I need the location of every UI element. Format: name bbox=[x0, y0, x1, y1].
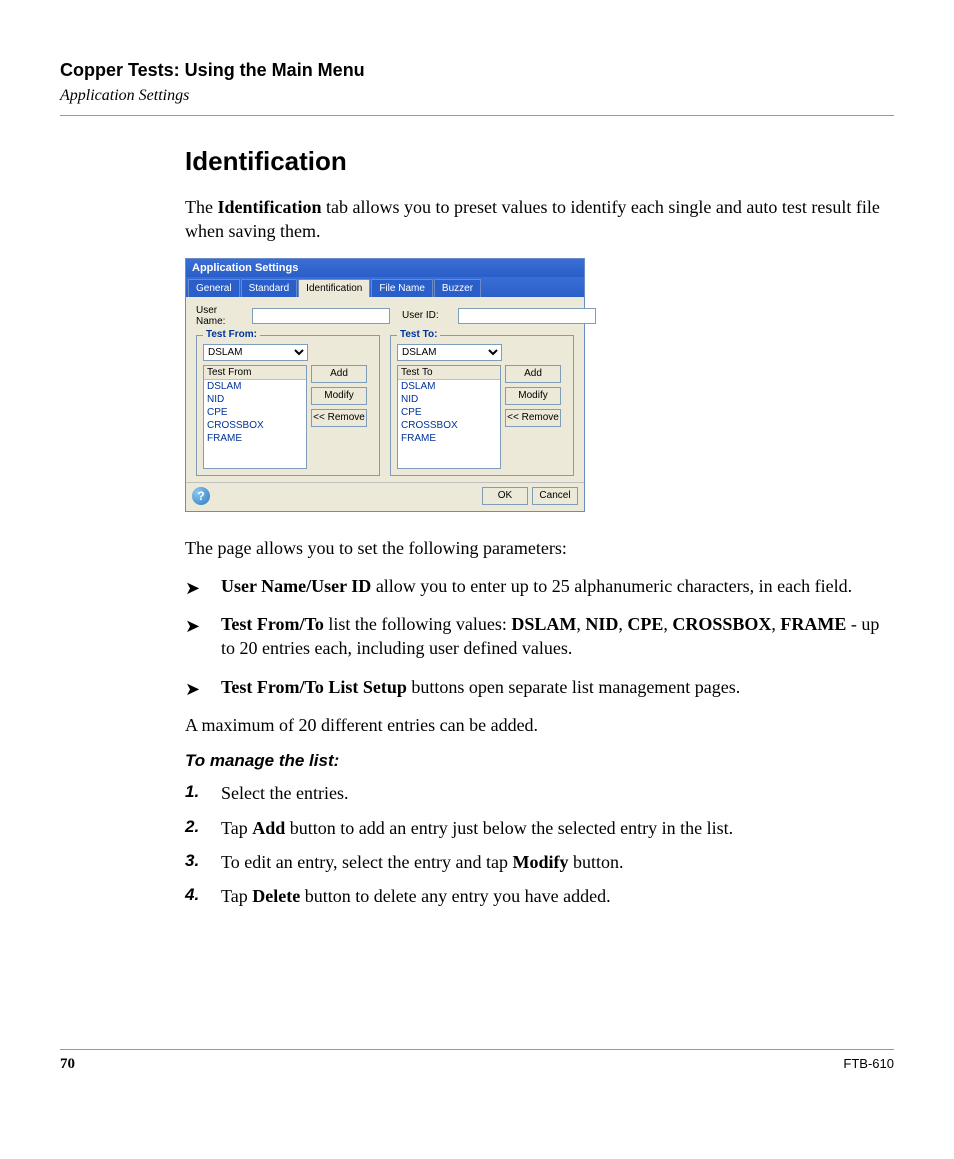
manage-list-steps: Select the entries. Tap Add button to ad… bbox=[185, 781, 894, 908]
list-item[interactable]: FRAME bbox=[398, 432, 500, 445]
test-to-modify-button[interactable]: Modify bbox=[505, 387, 561, 405]
list-item[interactable]: DSLAM bbox=[204, 380, 306, 393]
step-item: Tap Delete button to delete any entry yo… bbox=[185, 884, 894, 908]
footer-rule bbox=[60, 1049, 894, 1050]
intro-paragraph: The Identification tab allows you to pre… bbox=[185, 195, 894, 244]
help-icon[interactable]: ? bbox=[192, 487, 210, 505]
step-item: Select the entries. bbox=[185, 781, 894, 805]
list-item[interactable]: CROSSBOX bbox=[204, 419, 306, 432]
doc-id: FTB-610 bbox=[843, 1056, 894, 1073]
test-from-group: Test From: DSLAM Test From DSLAM NID bbox=[196, 335, 380, 476]
step-item: Tap Add button to add an entry just belo… bbox=[185, 816, 894, 840]
dialog-title: Application Settings bbox=[186, 259, 584, 277]
test-to-remove-button[interactable]: << Remove bbox=[505, 409, 561, 427]
test-from-list-header: Test From bbox=[204, 366, 306, 380]
tab-general[interactable]: General bbox=[188, 279, 240, 297]
bullet-item: Test From/To List Setup buttons open sep… bbox=[185, 675, 894, 699]
list-item[interactable]: CPE bbox=[204, 406, 306, 419]
list-item[interactable]: FRAME bbox=[204, 432, 306, 445]
header-rule bbox=[60, 115, 894, 116]
test-from-legend: Test From: bbox=[203, 329, 260, 340]
user-id-label: User ID: bbox=[402, 310, 454, 321]
ok-button[interactable]: OK bbox=[482, 487, 528, 505]
manage-list-heading: To manage the list: bbox=[185, 751, 894, 771]
user-name-label: User Name: bbox=[196, 305, 248, 327]
step-item: To edit an entry, select the entry and t… bbox=[185, 850, 894, 874]
test-to-group: Test To: DSLAM Test To DSLAM NID CPE bbox=[390, 335, 574, 476]
max-entries-line: A maximum of 20 different entries can be… bbox=[185, 713, 894, 737]
page-number: 70 bbox=[60, 1056, 75, 1073]
bullet-item: Test From/To list the following values: … bbox=[185, 612, 894, 661]
test-to-list-header: Test To bbox=[398, 366, 500, 380]
list-item[interactable]: NID bbox=[398, 393, 500, 406]
test-from-modify-button[interactable]: Modify bbox=[311, 387, 367, 405]
user-id-input[interactable] bbox=[458, 308, 596, 324]
section-subtitle: Application Settings bbox=[60, 87, 894, 105]
chapter-title: Copper Tests: Using the Main Menu bbox=[60, 60, 894, 81]
parameter-bullets: User Name/User ID allow you to enter up … bbox=[185, 574, 894, 699]
list-item[interactable]: CROSSBOX bbox=[398, 419, 500, 432]
tab-buzzer[interactable]: Buzzer bbox=[434, 279, 481, 297]
test-to-listbox[interactable]: Test To DSLAM NID CPE CROSSBOX FRAME bbox=[397, 365, 501, 469]
bullet-item: User Name/User ID allow you to enter up … bbox=[185, 574, 894, 598]
tab-bar: General Standard Identification File Nam… bbox=[186, 277, 584, 297]
list-item[interactable]: CPE bbox=[398, 406, 500, 419]
test-to-legend: Test To: bbox=[397, 329, 440, 340]
tab-identification[interactable]: Identification bbox=[298, 279, 370, 297]
page-header: Copper Tests: Using the Main Menu Applic… bbox=[60, 60, 894, 116]
test-from-combo[interactable]: DSLAM bbox=[203, 344, 308, 361]
page-footer: 70 FTB-610 bbox=[60, 1049, 894, 1073]
application-settings-dialog: Application Settings General Standard Id… bbox=[185, 258, 585, 512]
test-to-add-button[interactable]: Add bbox=[505, 365, 561, 383]
test-from-add-button[interactable]: Add bbox=[311, 365, 367, 383]
test-to-combo[interactable]: DSLAM bbox=[397, 344, 502, 361]
list-item[interactable]: NID bbox=[204, 393, 306, 406]
tab-standard[interactable]: Standard bbox=[241, 279, 298, 297]
cancel-button[interactable]: Cancel bbox=[532, 487, 578, 505]
list-item[interactable]: DSLAM bbox=[398, 380, 500, 393]
params-intro: The page allows you to set the following… bbox=[185, 536, 894, 560]
test-from-listbox[interactable]: Test From DSLAM NID CPE CROSSBOX FRAME bbox=[203, 365, 307, 469]
user-name-input[interactable] bbox=[252, 308, 390, 324]
test-from-remove-button[interactable]: << Remove bbox=[311, 409, 367, 427]
tab-file-name[interactable]: File Name bbox=[371, 279, 433, 297]
section-heading: Identification bbox=[185, 146, 894, 177]
